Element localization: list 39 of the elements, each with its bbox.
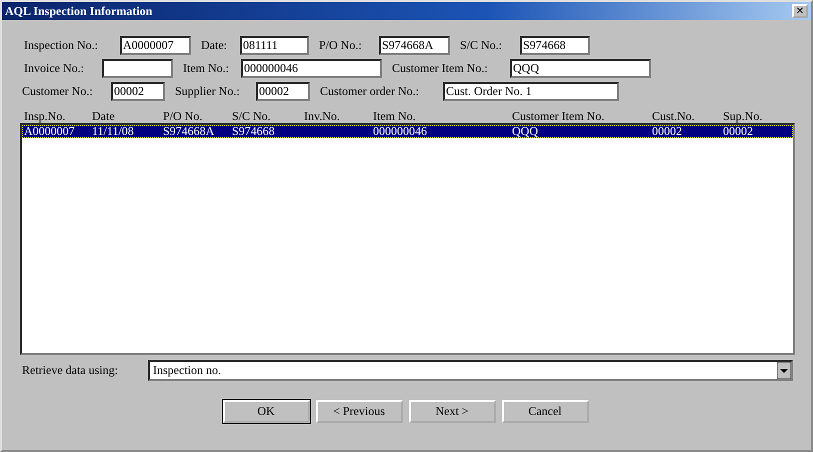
input-field[interactable]: S974668A (379, 36, 450, 55)
input-field[interactable]: S974668 (520, 36, 590, 55)
input-field[interactable]: A0000007 (120, 36, 191, 55)
field-label: S/C No.: (459, 38, 504, 53)
field-label: Customer No.: (22, 84, 94, 99)
field-label: Inspection No.: (24, 38, 99, 53)
input-field[interactable]: 00002 (111, 82, 165, 101)
close-button[interactable]: ✕ (792, 4, 808, 18)
window-title: AQL Inspection Information (5, 4, 152, 18)
retrieve-label: Retrieve data using: (21, 363, 119, 378)
column-header: P/O No. (163, 110, 204, 123)
input-field[interactable]: 000000046 (241, 59, 382, 78)
retrieve-dropdown[interactable]: Inspection no. (148, 360, 793, 381)
input-field[interactable]: Cust. Order No. 1 (443, 82, 619, 101)
field-label: P/O No.: (318, 38, 363, 53)
dialog-button[interactable]: Cancel (502, 400, 588, 423)
dropdown-arrow-icon[interactable] (777, 362, 791, 379)
column-header: S/C No. (232, 110, 272, 123)
input-field[interactable]: QQQ (510, 59, 651, 78)
field-label: Customer Item No.: (391, 61, 489, 76)
table-row[interactable]: A0000007 11/11/08 S974668A S974668 000000046 QQQ 00002 00002 (22, 125, 793, 138)
field-label: Invoice No.: (24, 61, 85, 76)
dialog-button[interactable]: Next > (408, 400, 496, 423)
input-field[interactable]: 00002 (256, 82, 310, 101)
column-header: Inv.No. (304, 110, 341, 123)
column-header: Cust.No. (652, 110, 696, 123)
column-header: Date (92, 110, 116, 123)
input-field[interactable] (102, 59, 173, 78)
dialog-button[interactable]: < Previous (316, 400, 402, 423)
field-label: Customer order No.: (319, 84, 420, 99)
dialog-button[interactable]: OK (222, 400, 310, 423)
field-label: Supplier No.: (174, 84, 241, 99)
column-header: Item No. (373, 110, 417, 123)
column-header: Insp.No. (24, 110, 66, 123)
field-label: Date: (200, 38, 228, 53)
input-field[interactable]: 081111 (240, 36, 309, 55)
column-header: Customer Item No. (512, 110, 606, 123)
field-label: Item No.: (182, 61, 230, 76)
column-header: Sup.No. (723, 110, 764, 123)
